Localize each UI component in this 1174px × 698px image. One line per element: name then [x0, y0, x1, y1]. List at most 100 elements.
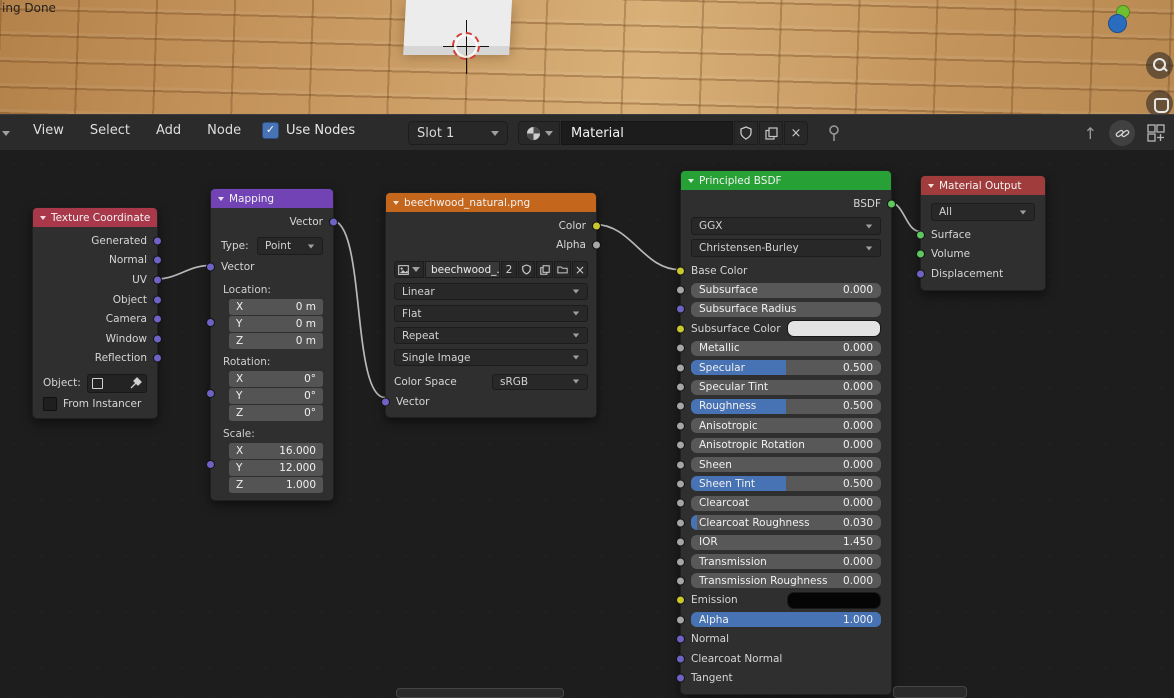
target-dropdown[interactable]: All	[931, 203, 1035, 221]
enum-dropdown[interactable]: Flat	[394, 305, 588, 323]
input-socket[interactable]	[676, 343, 685, 353]
input-socket-location[interactable]	[206, 318, 215, 327]
enum-dropdown[interactable]: Linear	[394, 283, 588, 301]
axis-value-field[interactable]: Y 0 m	[229, 315, 323, 332]
value-widget[interactable]: Anisotropic 0.000	[691, 418, 881, 434]
output-socket[interactable]	[887, 199, 896, 208]
output-socket[interactable]	[592, 221, 601, 231]
output-socket[interactable]	[153, 334, 162, 344]
menu-item[interactable]: Add	[156, 123, 181, 138]
node-mapping[interactable]: Mapping Vector Type: Point Vector Locati…	[206, 188, 338, 501]
value-widget[interactable]: Clearcoat Roughness 0.030	[691, 515, 881, 531]
value-widget[interactable]: Clearcoat 0.000	[691, 495, 881, 511]
value-widget[interactable]: Specular Tint 0.000	[691, 379, 881, 395]
input-socket[interactable]	[676, 537, 685, 547]
input-socket[interactable]	[916, 269, 925, 279]
output-socket[interactable]	[153, 236, 162, 246]
input-socket-rotation[interactable]	[206, 389, 215, 398]
image-fake-user-button[interactable]	[518, 261, 535, 279]
color-swatch[interactable]	[787, 320, 881, 338]
eyedropper-icon[interactable]	[130, 377, 142, 389]
input-socket[interactable]	[676, 557, 685, 567]
zoom-button[interactable]	[1146, 52, 1173, 79]
input-socket-scale[interactable]	[206, 460, 215, 469]
value-widget[interactable]: Metallic 0.000	[691, 340, 881, 356]
linked-datablock-button[interactable]	[1109, 120, 1135, 146]
new-image-button[interactable]	[536, 261, 553, 279]
output-socket[interactable]	[592, 240, 601, 250]
node-header[interactable]: Material Output	[921, 176, 1045, 195]
menu-item[interactable]: Select	[90, 123, 130, 138]
open-image-button[interactable]	[554, 261, 571, 279]
axis-value-field[interactable]: Z 0 m	[229, 332, 323, 349]
color-space-dropdown[interactable]: sRGB	[492, 373, 588, 390]
menu-item[interactable]: Node	[207, 123, 241, 138]
pin-icon-button[interactable]	[826, 124, 842, 142]
output-socket[interactable]	[329, 217, 338, 227]
value-widget[interactable]: Transmission Roughness 0.000	[691, 573, 881, 589]
value-widget[interactable]: Sheen Tint 0.500	[691, 476, 881, 492]
input-socket[interactable]	[676, 266, 685, 276]
value-widget[interactable]: Subsurface Radius	[691, 301, 881, 317]
input-socket[interactable]	[676, 634, 685, 644]
axis-value-field[interactable]: Z 1.000	[229, 476, 323, 493]
node-header[interactable]: Mapping	[211, 189, 333, 208]
menu-item[interactable]: View	[33, 123, 64, 138]
node-material-output[interactable]: Material Output All Surface Volume Displ…	[916, 175, 1046, 291]
from-instancer-checkbox[interactable]	[43, 397, 57, 412]
input-socket[interactable]	[676, 576, 685, 586]
value-widget[interactable]: Sheen 0.000	[691, 457, 881, 473]
node-principled-bsdf[interactable]: Principled BSDF BSDF GGX Christensen-Bur…	[676, 170, 896, 695]
material-name-field[interactable]: Material	[561, 121, 733, 145]
output-socket[interactable]	[153, 295, 162, 305]
viewport-3d[interactable]: ing Done	[0, 0, 1174, 117]
output-socket[interactable]	[153, 275, 162, 285]
node-header[interactable]: beechwood_natural.png	[386, 193, 596, 212]
value-widget[interactable]: Roughness 0.500	[691, 398, 881, 414]
use-nodes-toggle[interactable]: ✓ Use Nodes	[262, 122, 355, 139]
input-socket[interactable]	[676, 518, 685, 528]
value-widget[interactable]: IOR 1.450	[691, 534, 881, 550]
output-socket[interactable]	[153, 353, 162, 363]
input-socket[interactable]	[676, 401, 685, 411]
value-widget[interactable]: Specular 0.500	[691, 360, 881, 376]
input-socket-vector[interactable]	[381, 397, 390, 407]
gizmo-axis-blue[interactable]	[1108, 14, 1127, 33]
node-texture-coordinate[interactable]: Texture Coordinate Generated Normal UV O…	[32, 207, 162, 420]
input-socket[interactable]	[676, 498, 685, 508]
axis-value-field[interactable]: X 0°	[229, 370, 323, 387]
new-material-button[interactable]	[759, 121, 783, 145]
input-socket[interactable]	[676, 595, 685, 605]
node-header[interactable]: Principled BSDF	[681, 171, 891, 190]
input-socket[interactable]	[676, 460, 685, 470]
input-socket[interactable]	[676, 285, 685, 295]
slot-dropdown[interactable]: Slot 1	[408, 121, 508, 145]
input-socket[interactable]	[676, 421, 685, 431]
type-dropdown[interactable]: Point	[257, 237, 323, 256]
node-header[interactable]: Texture Coordinate	[33, 208, 157, 227]
output-socket[interactable]	[153, 314, 162, 324]
collapse-icon[interactable]	[688, 178, 694, 183]
collapse-icon[interactable]	[928, 183, 934, 188]
node-image-texture[interactable]: beechwood_natural.png Color Alpha beechw…	[381, 192, 601, 419]
unlink-image-button[interactable]: ×	[572, 261, 588, 279]
collapse-icon[interactable]	[40, 215, 46, 220]
input-socket[interactable]	[676, 440, 685, 450]
enum-dropdown[interactable]: Christensen-Burley	[691, 239, 881, 257]
input-socket[interactable]	[916, 230, 925, 240]
input-socket[interactable]	[676, 615, 685, 625]
node-editor-canvas[interactable]: Texture Coordinate Generated Normal UV O…	[0, 150, 1174, 698]
value-widget[interactable]: Alpha 1.000	[691, 612, 881, 628]
snapping-grid-button[interactable]	[1147, 123, 1166, 143]
fake-user-shield-button[interactable]	[734, 121, 758, 145]
scrollbar-segment[interactable]	[893, 686, 967, 698]
enum-dropdown[interactable]: Single Image	[394, 349, 588, 367]
enum-dropdown[interactable]: Repeat	[394, 327, 588, 345]
color-swatch[interactable]	[787, 591, 881, 609]
axis-value-field[interactable]: X 16.000	[229, 442, 323, 459]
pan-hand-button[interactable]	[1146, 90, 1173, 117]
object-field[interactable]	[86, 373, 147, 393]
image-users-button[interactable]: 2	[501, 261, 517, 279]
input-socket[interactable]	[916, 249, 925, 259]
unlink-material-button[interactable]: ×	[784, 121, 808, 145]
